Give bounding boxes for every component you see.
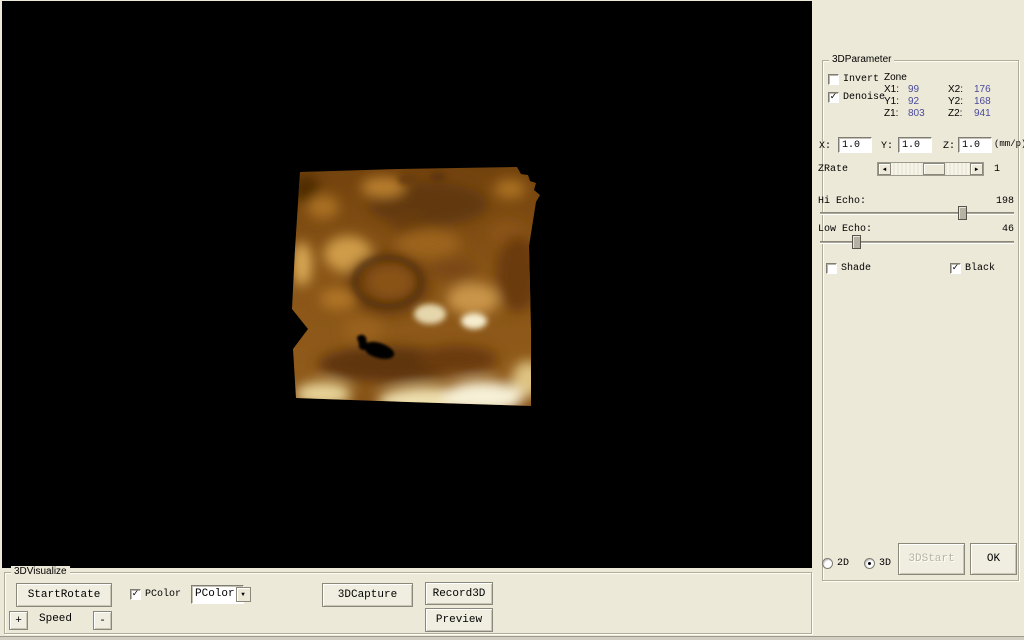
- scale-unit-label: (mm/p): [994, 139, 1024, 150]
- zrate-left-arrow-icon[interactable]: ◄: [878, 163, 891, 175]
- zone-y1-label: Y1:: [884, 96, 899, 107]
- speed-minus-button[interactable]: -: [93, 611, 112, 630]
- zone-label: Zone: [884, 72, 907, 83]
- pcolor-label: PColor: [145, 589, 181, 600]
- radio-3d[interactable]: 3D: [864, 558, 891, 569]
- 3d-volume-render: [278, 149, 558, 429]
- pcolor-dropdown[interactable]: PColor ▼: [191, 585, 244, 604]
- radio-3d-label: 3D: [879, 558, 891, 569]
- zrate-track[interactable]: [891, 163, 970, 175]
- radio-2d[interactable]: 2D: [822, 558, 849, 569]
- check-icon: ✓: [132, 590, 140, 599]
- low-echo-track[interactable]: [820, 241, 1014, 244]
- pcolor-dropdown-value: PColor: [192, 586, 235, 603]
- radio-2d-circle[interactable]: [822, 558, 833, 569]
- window-bottom-edge: [0, 636, 1024, 640]
- zrate-thumb[interactable]: [923, 163, 945, 175]
- hi-echo-value: 198: [984, 196, 1014, 207]
- denoise-label: Denoise: [843, 92, 885, 103]
- dropdown-arrow-icon[interactable]: ▼: [236, 587, 251, 602]
- shade-checkbox[interactable]: Shade: [826, 263, 871, 274]
- visualize-groupbox-title: 3DVisualize: [11, 566, 70, 578]
- invert-label: Invert: [843, 74, 879, 85]
- invert-checkbox[interactable]: Invert: [828, 74, 879, 85]
- zrate-label: ZRate: [818, 164, 848, 175]
- hi-echo-track[interactable]: [820, 212, 1014, 215]
- scale-x-input[interactable]: [838, 137, 872, 153]
- check-icon: ✓: [952, 264, 960, 273]
- pcolor-checkbox[interactable]: ✓ PColor: [130, 589, 181, 600]
- zone-x2-label: X2:: [948, 84, 963, 95]
- denoise-checkbox[interactable]: ✓ Denoise: [828, 92, 885, 103]
- scale-y-label: Y:: [881, 141, 893, 152]
- speed-label: Speed: [39, 614, 72, 625]
- scale-z-label: Z:: [943, 141, 955, 152]
- black-checkbox-box[interactable]: ✓: [950, 263, 961, 274]
- low-echo-thumb[interactable]: [852, 235, 861, 249]
- zone-y1-value: 92: [908, 96, 919, 107]
- shade-checkbox-box[interactable]: [826, 263, 837, 274]
- 3dstart-button: 3DStart: [898, 543, 965, 575]
- preview-button[interactable]: Preview: [425, 608, 493, 632]
- low-echo-value: 46: [984, 224, 1014, 235]
- scale-y-input[interactable]: [898, 137, 932, 153]
- scale-x-label: X:: [819, 141, 831, 152]
- zrate-value: 1: [994, 164, 1000, 175]
- ok-button[interactable]: OK: [970, 543, 1017, 575]
- low-echo-label: Low Echo:: [818, 224, 872, 235]
- hi-echo-label: Hi Echo:: [818, 196, 866, 207]
- zone-z2-label: Z2:: [948, 108, 962, 119]
- pcolor-checkbox-box[interactable]: ✓: [130, 589, 141, 600]
- zone-x1-label: X1:: [884, 84, 899, 95]
- radio-3d-circle[interactable]: [864, 558, 875, 569]
- denoise-checkbox-box[interactable]: ✓: [828, 92, 839, 103]
- zone-z1-label: Z1:: [884, 108, 898, 119]
- start-rotate-button[interactable]: StartRotate: [16, 583, 112, 607]
- zone-x2-value: 176: [974, 84, 991, 95]
- zone-z1-value: 803: [908, 108, 925, 119]
- speed-plus-button[interactable]: +: [9, 611, 28, 630]
- check-icon: ✓: [830, 93, 838, 102]
- black-label: Black: [965, 263, 995, 274]
- 3dcapture-button[interactable]: 3DCapture: [322, 583, 413, 607]
- record3d-button[interactable]: Record3D: [425, 582, 493, 605]
- zrate-scrollbar[interactable]: ◄ ►: [877, 162, 984, 176]
- zone-y2-value: 168: [974, 96, 991, 107]
- zone-y2-label: Y2:: [948, 96, 963, 107]
- zone-z2-value: 941: [974, 108, 991, 119]
- zone-x1-value: 99: [908, 84, 919, 95]
- parameter-groupbox-title: 3DParameter: [829, 54, 894, 66]
- app-window: { "window": { "bg_color": "#ece9d8", "vi…: [0, 0, 1024, 640]
- scale-z-input[interactable]: [958, 137, 992, 153]
- black-checkbox[interactable]: ✓ Black: [950, 263, 995, 274]
- hi-echo-thumb[interactable]: [958, 206, 967, 220]
- invert-checkbox-box[interactable]: [828, 74, 839, 85]
- render-viewport[interactable]: [2, 1, 812, 568]
- zrate-right-arrow-icon[interactable]: ►: [970, 163, 983, 175]
- shade-label: Shade: [841, 263, 871, 274]
- radio-2d-label: 2D: [837, 558, 849, 569]
